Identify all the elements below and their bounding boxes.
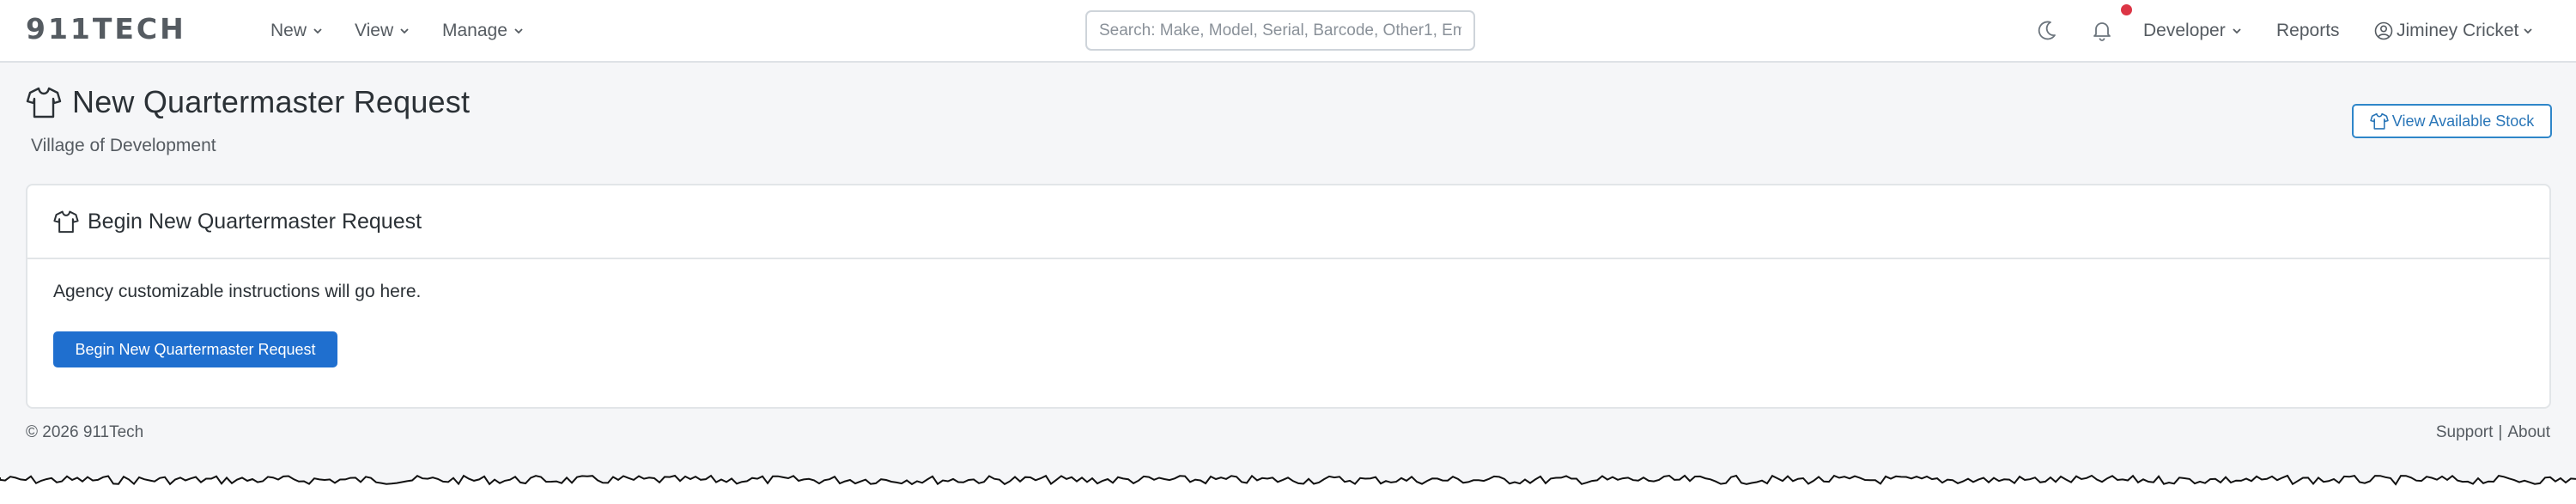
notification-badge: [2121, 4, 2132, 15]
chevron-down-icon: [398, 25, 410, 37]
torn-edge-decoration: [0, 474, 2576, 504]
card-header: Begin New Quartermaster Request: [27, 185, 2549, 259]
card-title: Begin New Quartermaster Request: [88, 209, 422, 234]
menu-new[interactable]: New: [270, 17, 324, 45]
card-body: Agency customizable instructions will go…: [27, 259, 2549, 390]
user-menu[interactable]: Jiminey Cricket: [2374, 17, 2534, 45]
chevron-down-icon: [2231, 25, 2243, 37]
brand-logo[interactable]: 911TECH: [26, 12, 186, 46]
menu-manage[interactable]: Manage: [442, 17, 525, 45]
copyright-text: © 2026 911Tech: [26, 423, 144, 441]
shirt-icon: [2370, 112, 2389, 131]
user-name: Jiminey Cricket: [2397, 21, 2519, 40]
top-navbar: 911TECH New View Manage Developer: [0, 0, 2576, 63]
reports-label: Reports: [2276, 21, 2340, 40]
footer-links: Support | About: [2436, 423, 2550, 442]
view-available-stock-label: View Available Stock: [2391, 112, 2535, 130]
footer-separator: |: [2498, 423, 2503, 441]
chevron-down-icon: [312, 25, 324, 37]
about-link[interactable]: About: [2507, 423, 2550, 442]
support-link[interactable]: Support: [2436, 423, 2494, 442]
chevron-down-icon: [513, 25, 525, 37]
bell-icon[interactable]: [2087, 15, 2117, 45]
menu-view[interactable]: View: [355, 17, 410, 45]
begin-request-card: Begin New Quartermaster Request Agency c…: [26, 184, 2551, 409]
view-available-stock-button[interactable]: View Available Stock: [2352, 104, 2552, 138]
instructions-text: Agency customizable instructions will go…: [53, 282, 422, 301]
reports-link[interactable]: Reports: [2276, 17, 2340, 45]
menu-new-label: New: [270, 21, 307, 40]
user-circle-icon: [2374, 21, 2393, 40]
menu-view-label: View: [355, 21, 394, 40]
agency-subtitle: Village of Development: [31, 136, 216, 155]
begin-request-button[interactable]: Begin New Quartermaster Request: [53, 331, 337, 367]
page-title: New Quartermaster Request: [26, 82, 470, 122]
menu-developer-label: Developer: [2143, 21, 2226, 40]
menu-developer[interactable]: Developer: [2143, 17, 2243, 45]
chevron-down-icon: [2522, 25, 2534, 37]
shirt-icon: [26, 84, 62, 120]
menu-manage-label: Manage: [442, 21, 507, 40]
page-title-text: New Quartermaster Request: [72, 84, 471, 119]
shirt-icon: [53, 209, 79, 234]
search-input[interactable]: [1085, 10, 1475, 51]
moon-icon[interactable]: [2032, 15, 2062, 45]
